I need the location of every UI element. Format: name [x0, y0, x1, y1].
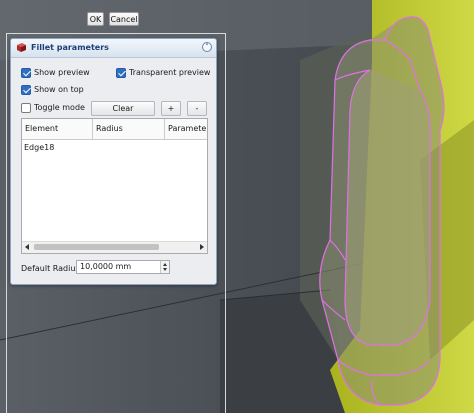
checkbox-box[interactable] [21, 85, 31, 95]
horizontal-scrollbar[interactable] [22, 241, 207, 253]
add-button[interactable]: + [161, 101, 181, 116]
column-header-parameter[interactable]: Parameter [165, 119, 207, 140]
fillet-box-icon [17, 43, 26, 52]
chevron-up-icon[interactable]: ˄ [202, 42, 212, 52]
clear-button[interactable]: Clear [91, 101, 155, 116]
checkbox-box[interactable] [21, 68, 31, 78]
column-header-element[interactable]: Element [22, 119, 93, 140]
scroll-thumb[interactable] [34, 244, 159, 250]
fillet-inner-face [345, 70, 431, 345]
checkbox-label: Transparent preview [129, 68, 211, 77]
ok-button[interactable]: OK [87, 12, 104, 26]
checkbox-label: Show preview [34, 68, 90, 77]
fillet-parameters-panel: Fillet parameters ˄ Show preview Transpa… [10, 38, 217, 285]
scroll-right-icon[interactable] [200, 244, 204, 250]
table-row[interactable]: Edge18 [24, 143, 54, 152]
checkbox-box[interactable] [21, 103, 31, 113]
checkbox-label: Toggle mode [34, 103, 85, 112]
radius-spinner[interactable] [160, 261, 169, 273]
checkbox-box[interactable] [116, 68, 126, 78]
panel-header[interactable]: Fillet parameters ˄ [11, 39, 216, 58]
panel-title: Fillet parameters [31, 43, 109, 52]
element-cell: Edge18 [24, 143, 55, 152]
remove-button[interactable]: - [187, 101, 207, 116]
spin-down-icon[interactable] [163, 268, 167, 271]
default-radius-input[interactable]: 10,0000 mm [76, 260, 170, 274]
column-header-radius[interactable]: Radius [93, 119, 165, 140]
spin-up-icon[interactable] [163, 263, 167, 266]
default-radius-label: Default Radius: [21, 264, 83, 273]
checkbox-label: Show on top [34, 85, 84, 94]
references-table[interactable]: Element Radius Parameter Edge18 [21, 118, 208, 254]
cancel-button[interactable]: Cancel [109, 12, 139, 26]
scroll-left-icon[interactable] [25, 244, 29, 250]
